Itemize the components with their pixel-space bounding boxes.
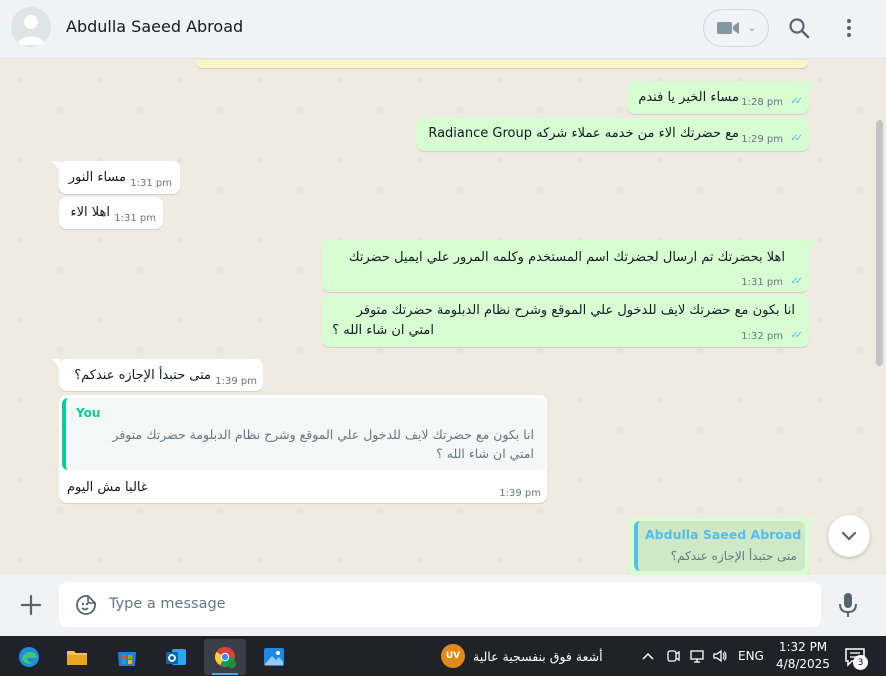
scroll-to-bottom-button[interactable] bbox=[828, 515, 870, 557]
message-composer bbox=[0, 575, 886, 636]
message-list[interactable]: مساء الخير يا فندم 1:28 pm ✓✓ مع حضرتك ا… bbox=[0, 60, 886, 575]
uv-badge: UV bbox=[441, 644, 465, 668]
chevron-down-icon bbox=[841, 531, 857, 541]
message-text: مساء النور bbox=[68, 170, 126, 185]
quoted-message[interactable]: Abdulla Saeed Abroad متى حتبدأ الإجازه ع… bbox=[634, 521, 805, 571]
quote-text-line2: امتي ان شاء الله ؟ bbox=[436, 446, 534, 461]
default-avatar-icon bbox=[11, 7, 51, 47]
network-icon[interactable] bbox=[689, 648, 705, 664]
edge-icon bbox=[19, 647, 39, 667]
clock-time: 1:32 PM bbox=[778, 640, 828, 654]
search-icon[interactable] bbox=[788, 17, 810, 39]
chat-scrollbar[interactable] bbox=[876, 120, 883, 366]
notification-count-badge: 3 bbox=[853, 655, 868, 670]
outlook-icon bbox=[166, 649, 186, 665]
message-time: 1:29 pm bbox=[741, 134, 783, 145]
menu-dots-icon[interactable] bbox=[840, 17, 858, 39]
store-icon bbox=[118, 652, 136, 666]
read-ticks-icon: ✓✓ bbox=[790, 276, 803, 287]
contact-avatar[interactable] bbox=[11, 7, 51, 47]
message-text: اهلا الاء bbox=[70, 205, 111, 220]
read-ticks-icon: ✓✓ bbox=[790, 330, 803, 341]
quote-author: You bbox=[76, 406, 101, 420]
chevron-down-icon: ⌄ bbox=[747, 22, 757, 34]
quote-author: Abdulla Saeed Abroad bbox=[645, 527, 802, 542]
quoted-message[interactable]: You انا بكون مع حضرتك لايف للدخول علي ال… bbox=[62, 398, 546, 470]
weather-text: أشعة فوق بنفسجية عالية bbox=[473, 648, 603, 664]
meet-now-icon[interactable] bbox=[665, 648, 681, 664]
taskbar-clock[interactable]: 1:32 PM 4/8/2025 bbox=[776, 639, 830, 673]
video-camera-icon bbox=[716, 22, 739, 34]
taskbar-photos[interactable] bbox=[253, 639, 295, 675]
taskbar-outlook[interactable] bbox=[155, 639, 197, 675]
message-bubble-outgoing[interactable]: اهلا بحضرتك تم ارسال لحضرتك اسم المستخدم… bbox=[322, 240, 816, 292]
input-language[interactable]: ENG bbox=[738, 649, 764, 663]
taskbar-chrome[interactable] bbox=[204, 639, 246, 675]
file-explorer-icon bbox=[67, 651, 87, 665]
message-bubble-incoming[interactable]: مساء النور 1:31 pm bbox=[52, 161, 180, 194]
taskbar-store[interactable] bbox=[106, 639, 148, 675]
previous-message-edge bbox=[196, 60, 808, 68]
message-text: غالبا مش اليوم bbox=[67, 480, 148, 495]
message-text: مساء الخير يا فندم bbox=[638, 90, 739, 105]
message-text: اهلا بحضرتك تم ارسال لحضرتك اسم المستخدم… bbox=[348, 250, 785, 265]
microphone-icon[interactable] bbox=[838, 592, 858, 618]
taskbar-file-explorer[interactable] bbox=[56, 639, 98, 675]
message-time: 1:31 pm bbox=[130, 178, 172, 189]
quote-text-line1: متى حتبدأ الإجازه عندكم؟ bbox=[670, 549, 797, 563]
chevron-up-icon[interactable] bbox=[640, 648, 656, 664]
weather-widget[interactable]: UV أشعة فوق بنفسجية عالية bbox=[441, 644, 603, 668]
clock-date: 4/8/2025 bbox=[776, 657, 830, 671]
chat-header: Abdulla Saeed Abroad ⌄ bbox=[0, 0, 886, 59]
contact-name[interactable]: Abdulla Saeed Abroad bbox=[66, 17, 243, 36]
message-time: 1:31 pm bbox=[114, 213, 156, 224]
read-ticks-icon: ✓✓ bbox=[790, 96, 803, 107]
photos-icon bbox=[264, 648, 284, 666]
message-text: مع حضرتك الاء من خدمه عملاء شركه Radianc… bbox=[428, 126, 739, 141]
message-bubble-outgoing[interactable]: انا بكون مع حضرتك لايف للدخول علي الموقع… bbox=[322, 295, 809, 347]
message-time: 1:31 pm bbox=[741, 277, 783, 288]
quote-text-line1: انا بكون مع حضرتك لايف للدخول علي الموقع… bbox=[112, 427, 534, 442]
message-bubble-outgoing[interactable]: مساء الخير يا فندم 1:28 pm ✓✓ bbox=[627, 81, 816, 114]
read-ticks-icon: ✓✓ bbox=[790, 133, 803, 144]
windows-taskbar: UV أشعة فوق بنفسجية عالية ENG 1:32 PM 4/… bbox=[0, 636, 886, 676]
video-call-button[interactable]: ⌄ bbox=[703, 9, 769, 47]
taskbar-edge[interactable] bbox=[8, 639, 50, 675]
message-text-line1: انا بكون مع حضرتك لايف للدخول علي الموقع… bbox=[356, 303, 795, 318]
volume-icon[interactable] bbox=[712, 648, 728, 664]
message-time: 1:28 pm bbox=[741, 97, 783, 108]
message-input-box bbox=[59, 582, 821, 627]
attach-plus-icon[interactable] bbox=[20, 594, 42, 616]
chrome-icon bbox=[215, 647, 236, 668]
message-input[interactable] bbox=[109, 588, 799, 620]
message-time: 1:39 pm bbox=[499, 488, 541, 499]
message-time: 1:32 pm bbox=[741, 331, 783, 342]
message-time: 1:39 pm bbox=[215, 376, 257, 387]
message-bubble-incoming[interactable]: متى حتبدأ الإجازه عندكم؟ 1:39 pm bbox=[52, 359, 263, 391]
emoji-sticker-icon[interactable] bbox=[75, 594, 97, 616]
message-bubble-outgoing[interactable]: مع حضرتك الاء من خدمه عملاء شركه Radianc… bbox=[416, 118, 809, 151]
message-text: متى حتبدأ الإجازه عندكم؟ bbox=[74, 368, 211, 383]
message-bubble-incoming[interactable]: اهلا الاء 1:31 pm bbox=[59, 197, 163, 229]
message-text-line2: امتي ان شاء الله ؟ bbox=[332, 323, 434, 338]
